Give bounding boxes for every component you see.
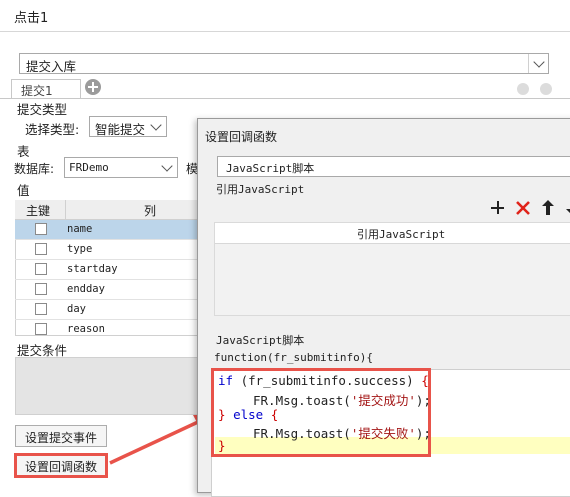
tab-bar-line xyxy=(0,98,570,99)
primary-key-checkbox[interactable] xyxy=(35,243,47,255)
plus-v xyxy=(92,82,94,92)
tab-scroll-right-icon[interactable] xyxy=(540,83,552,95)
value-section-label: 值 xyxy=(17,183,30,198)
code-line-4: FR.Msg.toast('提交失败'); xyxy=(253,423,431,442)
code-line-5: } xyxy=(218,438,226,453)
table-section-label: 表 xyxy=(17,144,30,159)
chevron-down-icon xyxy=(150,119,162,131)
plus-v xyxy=(496,201,499,214)
grid-header: 主键 列 xyxy=(15,200,200,220)
code-success-string: '提交成功' xyxy=(350,393,416,408)
col-header-primary-key: 主键 xyxy=(26,204,51,218)
function-signature: function(fr_submitinfo){ xyxy=(214,351,373,364)
submit-action-dropdown[interactable]: 提交入库 xyxy=(19,53,549,74)
chevron-down-icon xyxy=(533,56,545,68)
primary-key-checkbox[interactable] xyxy=(35,263,47,275)
code-if: if xyxy=(218,373,234,388)
script-label: JavaScript脚本 xyxy=(216,334,305,347)
dialog-title: 设置回调函数 xyxy=(205,130,278,144)
table-row[interactable]: endday xyxy=(15,280,200,300)
code-line-1: if (fr_submitinfo.success) { xyxy=(218,373,429,388)
database-dropdown[interactable]: FRDemo xyxy=(64,157,178,178)
column-name: day xyxy=(67,303,86,315)
primary-key-checkbox[interactable] xyxy=(35,283,47,295)
tab-scroll-left-icon[interactable] xyxy=(517,83,529,95)
ref-js-header: 引用JavaScript xyxy=(215,223,570,244)
column-name: type xyxy=(67,243,93,255)
move-down-arrow-icon[interactable] xyxy=(566,200,570,215)
dropdown-arrow-button[interactable] xyxy=(528,54,548,73)
select-type-value: 智能提交 xyxy=(95,122,146,137)
code-open-brace: { xyxy=(270,407,279,422)
set-submit-event-button[interactable]: 设置提交事件 xyxy=(15,425,107,447)
move-up-arrow-icon[interactable] xyxy=(542,200,554,215)
database-value: FRDemo xyxy=(69,161,109,174)
primary-key-checkbox[interactable] xyxy=(35,303,47,315)
ref-js-column-header: 引用JavaScript xyxy=(357,228,446,241)
script-type-value: JavaScript脚本 xyxy=(226,162,315,175)
set-callback-button[interactable]: 设置回调函数 xyxy=(14,453,108,478)
code-else: else xyxy=(233,407,264,422)
select-type-label: 选择类型: xyxy=(25,122,80,137)
code-call-end: ); xyxy=(415,426,431,441)
delete-x-icon[interactable] xyxy=(516,201,530,215)
page-title: 点击1 xyxy=(14,11,49,26)
callback-dialog: 设置回调函数 JavaScript脚本 引用JavaScript 引用JavaS… xyxy=(197,118,570,497)
select-type-dropdown[interactable]: 智能提交 xyxy=(89,116,167,137)
table-row[interactable]: startday xyxy=(15,260,200,280)
code-close-brace: } xyxy=(218,407,226,422)
set-submit-event-label: 设置提交事件 xyxy=(25,431,98,445)
script-type-dropdown[interactable]: JavaScript脚本 xyxy=(217,156,570,177)
column-name: startday xyxy=(67,263,118,275)
code-toast-call: FR.Msg.toast( xyxy=(253,426,351,441)
set-callback-label: 设置回调函数 xyxy=(25,460,98,474)
submit-type-label: 提交类型 xyxy=(17,102,68,117)
ref-js-list: 引用JavaScript xyxy=(214,222,570,316)
col-separator xyxy=(65,200,66,220)
code-condition: (fr_submitinfo.success) xyxy=(240,373,414,388)
primary-key-checkbox[interactable] xyxy=(35,323,47,335)
code-open-brace: { xyxy=(421,373,429,388)
database-label: 数据库: xyxy=(14,162,55,176)
code-call-end: ); xyxy=(415,393,431,408)
tab-label: 提交1 xyxy=(21,84,53,98)
table-row[interactable]: day xyxy=(15,300,200,320)
column-name: reason xyxy=(67,323,105,335)
table-row[interactable]: reason xyxy=(15,320,200,336)
code-line-3: } else { xyxy=(218,407,278,422)
submit-action-value: 提交入库 xyxy=(26,59,77,74)
code-toast-call: FR.Msg.toast( xyxy=(253,393,351,408)
add-tab-plus-icon[interactable] xyxy=(85,79,101,95)
title-divider xyxy=(0,31,570,32)
column-name: endday xyxy=(67,283,105,295)
code-fail-string: '提交失败' xyxy=(350,426,416,441)
col-header-column: 列 xyxy=(144,204,157,218)
chevron-down-icon xyxy=(161,160,173,172)
ref-js-label: 引用JavaScript xyxy=(216,183,305,196)
column-name: name xyxy=(67,223,93,235)
arrow-shaft xyxy=(109,420,199,465)
code-line-2: FR.Msg.toast('提交成功'); xyxy=(253,390,431,409)
code-close-brace: } xyxy=(218,438,226,453)
tab-submit-1[interactable]: 提交1 xyxy=(11,79,81,99)
table-row[interactable]: name xyxy=(15,220,200,240)
add-plus-icon[interactable] xyxy=(491,201,505,215)
primary-key-checkbox[interactable] xyxy=(35,223,47,235)
table-row[interactable]: type xyxy=(15,240,200,260)
